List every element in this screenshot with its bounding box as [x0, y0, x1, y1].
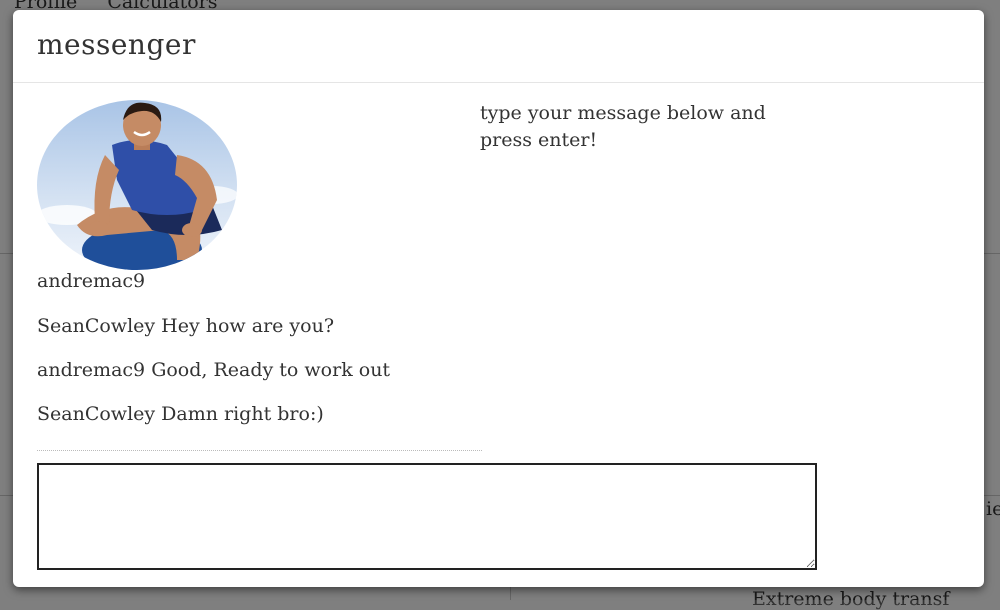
- message-sender: andremac9: [37, 359, 146, 381]
- message-input[interactable]: [37, 463, 817, 570]
- message-sender: SeanCowley: [37, 403, 156, 425]
- message-text: Good, Ready to work out: [151, 359, 391, 381]
- modal-header: messenger: [13, 10, 984, 83]
- modal-title: messenger: [37, 28, 196, 61]
- message-text: Damn right bro:): [161, 403, 324, 425]
- avatar-photo: [37, 100, 237, 270]
- messenger-modal: messenger andremac9 type your message be…: [13, 10, 984, 587]
- message-sender: SeanCowley: [37, 315, 156, 337]
- message-text: Hey how are you?: [161, 315, 335, 337]
- message-item: andremac9 Good, Ready to work out: [37, 358, 482, 402]
- user-avatar: [37, 100, 237, 270]
- message-list: SeanCowley Hey how are you? andremac9 Go…: [37, 314, 482, 446]
- message-item: SeanCowley Hey how are you?: [37, 314, 482, 358]
- message-divider: [37, 450, 482, 451]
- instructions-text: type your message below and press enter!: [480, 102, 766, 151]
- message-item: SeanCowley Damn right bro:): [37, 402, 482, 446]
- avatar-username: andremac9: [37, 270, 146, 292]
